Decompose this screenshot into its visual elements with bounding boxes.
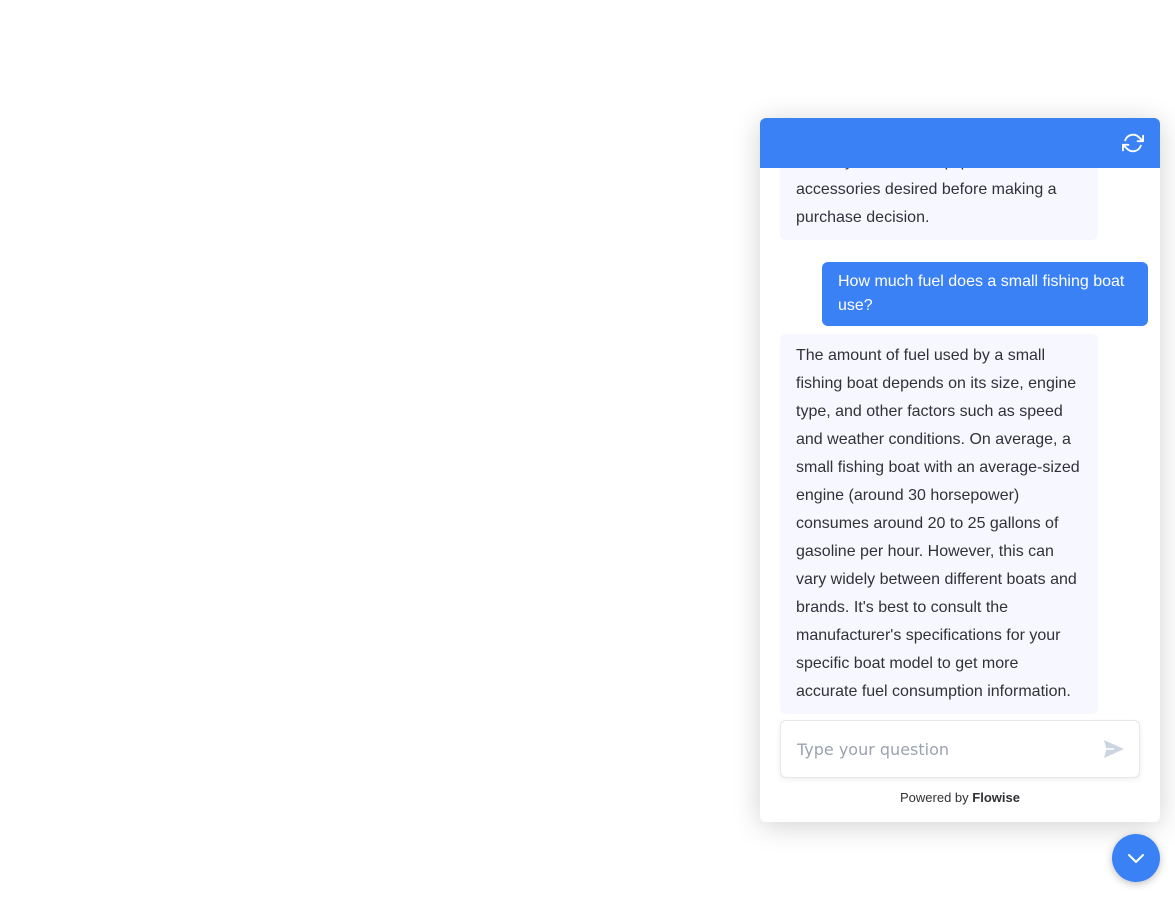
send-icon [1104,740,1124,758]
bot-message: The amount of fuel used by a small fishi… [780,334,1098,714]
chat-toggle-button[interactable] [1112,834,1160,882]
powered-by-footer: Powered by Flowise [760,790,1160,805]
reset-chat-button[interactable] [1122,132,1144,154]
message-list[interactable]: and any additional equipment or accessor… [760,118,1160,714]
flowise-link[interactable]: Flowise [972,790,1020,805]
question-input[interactable] [797,737,1077,761]
question-input-container [780,720,1140,778]
chevron-down-icon [1128,854,1144,863]
chat-header [760,118,1160,168]
user-message: How much fuel does a small fishing boat … [822,262,1148,326]
chat-window: and any additional equipment or accessor… [760,118,1160,822]
send-button[interactable] [1103,739,1125,759]
powered-by-label: Powered by [900,790,969,805]
refresh-icon [1122,133,1144,153]
